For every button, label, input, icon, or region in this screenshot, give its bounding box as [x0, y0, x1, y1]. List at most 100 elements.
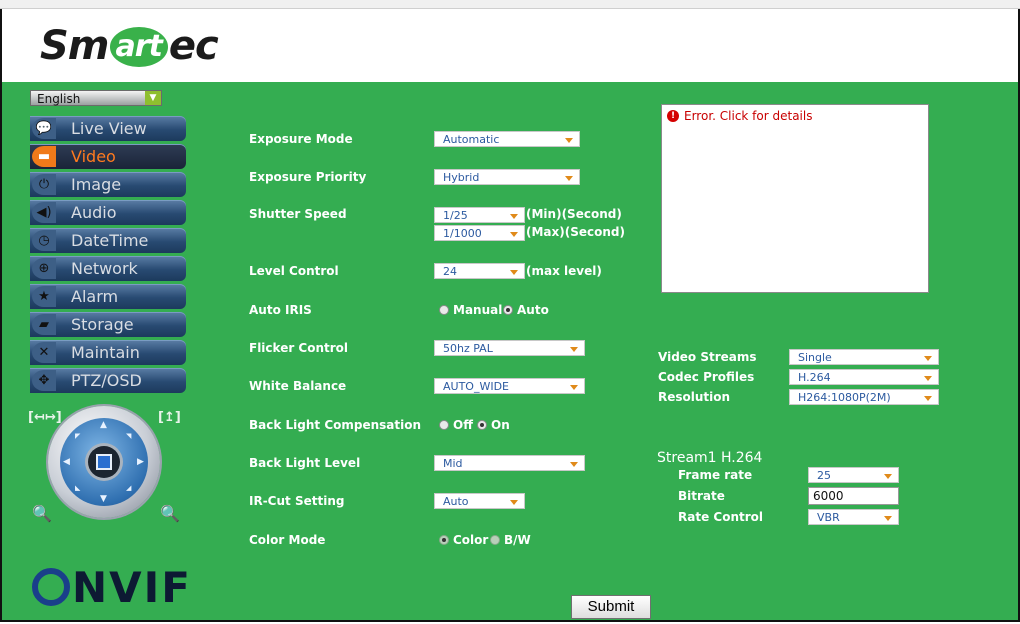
bitrate-input[interactable]: 6000 [808, 487, 899, 505]
auto-iris-manual-radio[interactable]: Manual [439, 303, 502, 317]
select-value: Hybrid [443, 171, 480, 184]
ptz-left-arrow-icon[interactable]: ◀ [63, 457, 70, 467]
select-value: AUTO_WIDE [443, 380, 509, 393]
ircut-setting-label: IR-Cut Setting [249, 494, 345, 508]
select-value: Mid [443, 457, 463, 470]
header: Sm art ec [2, 9, 1018, 82]
language-value: English [37, 92, 81, 106]
alarm-star-icon: ★ [32, 286, 56, 307]
exposure-mode-select[interactable]: Automatic [434, 131, 580, 147]
color-mode-bw-radio[interactable]: B/W [490, 533, 531, 547]
backlight-comp-on-radio[interactable]: On [477, 418, 510, 432]
chevron-down-icon [570, 347, 578, 352]
shutter-speed-min-select[interactable]: 1/25 [434, 207, 525, 223]
ptz-right-arrow-icon[interactable]: ▶ [137, 457, 144, 467]
white-balance-label: White Balance [249, 379, 347, 393]
frame-rate-select[interactable]: 25 [808, 467, 899, 483]
auto-iris-auto-radio[interactable]: Auto [503, 303, 549, 317]
shutter-speed-max-select[interactable]: 1/1000 [434, 225, 525, 241]
rate-control-select[interactable]: VBR [808, 509, 899, 525]
focus-far-button[interactable]: [↥] [158, 410, 181, 425]
ptz-direction-wheel[interactable]: ▲ ▼ ◀ ▶ ◤ ◥ ◣ ◢ [48, 406, 160, 518]
select-value: 25 [817, 469, 831, 482]
sidebar-item-label: PTZ/OSD [71, 371, 142, 390]
sidebar-item-label: Maintain [71, 343, 140, 362]
sidebar-item-label: Image [71, 175, 122, 194]
ptz-arrows-icon: ✥ [32, 370, 56, 391]
ptz-up-arrow-icon[interactable]: ▲ [100, 420, 107, 430]
backlight-level-select[interactable]: Mid [434, 455, 585, 471]
select-value: VBR [817, 511, 840, 524]
sidebar-item-label: DateTime [71, 231, 149, 250]
video-streams-select[interactable]: Single [789, 349, 939, 365]
focus-near-button[interactable]: [↤↦] [28, 410, 62, 425]
exposure-priority-select[interactable]: Hybrid [434, 169, 580, 185]
backlight-comp-label: Back Light Compensation [249, 418, 422, 432]
folder-icon: ▰ [32, 314, 56, 335]
sidebar-item-maintain[interactable]: ✕ Maintain [30, 340, 186, 365]
color-mode-color-radio[interactable]: Color [439, 533, 488, 547]
level-control-select[interactable]: 24 [434, 263, 525, 279]
zoom-in-icon[interactable]: 🔍 [160, 504, 180, 523]
ircut-setting-select[interactable]: Auto [434, 493, 525, 509]
radio-label: On [491, 418, 510, 432]
radio-label: Off [453, 418, 473, 432]
select-value: Auto [443, 495, 469, 508]
sidebar-item-label: Storage [71, 315, 134, 334]
radio-circle-icon [439, 420, 449, 430]
radio-circle-icon [477, 420, 487, 430]
error-icon: ! [667, 110, 679, 122]
chevron-down-icon [565, 176, 573, 181]
error-text: Error. Click for details [684, 109, 813, 123]
sidebar-item-image[interactable]: ⏻ Image [30, 172, 186, 197]
submit-button[interactable]: Submit [571, 595, 651, 619]
error-message-link[interactable]: ! Error. Click for details [667, 109, 812, 123]
flicker-control-select[interactable]: 50hz PAL [434, 340, 585, 356]
sidebar-item-network[interactable]: ⊕ Network [30, 256, 186, 281]
codec-profiles-select[interactable]: H.264 [789, 369, 939, 385]
ptz-up-left-arrow-icon[interactable]: ◤ [75, 432, 80, 440]
shutter-max-suffix: (Max)(Second) [526, 225, 625, 239]
ptz-control: [↤↦] [↥] ▲ ▼ ◀ ▶ ◤ ◥ ◣ ◢ 🔍 🔍 [28, 406, 192, 536]
radio-circle-icon [503, 305, 513, 315]
sidebar-item-live-view[interactable]: 💬 Live View [30, 116, 186, 141]
sidebar-item-video[interactable]: ▬ Video [30, 144, 186, 169]
onvif-o-ring-icon [32, 568, 70, 606]
tools-icon: ✕ [32, 342, 56, 363]
bitrate-label: Bitrate [678, 489, 725, 503]
color-mode-label: Color Mode [249, 533, 326, 547]
white-balance-select[interactable]: AUTO_WIDE [434, 378, 585, 394]
sidebar-item-audio[interactable]: ◀) Audio [30, 200, 186, 225]
select-value: H264:1080P(2M) [798, 391, 891, 404]
flicker-control-label: Flicker Control [249, 341, 349, 355]
resolution-select[interactable]: H264:1080P(2M) [789, 389, 939, 405]
smartec-logo: Sm art ec [40, 23, 219, 69]
shutter-speed-label: Shutter Speed [249, 207, 347, 221]
ptz-down-left-arrow-icon[interactable]: ◣ [75, 484, 80, 492]
ptz-down-right-arrow-icon[interactable]: ◢ [126, 484, 131, 492]
sidebar-item-storage[interactable]: ▰ Storage [30, 312, 186, 337]
chevron-down-icon [510, 232, 518, 237]
sidebar-item-datetime[interactable]: ◷ DateTime [30, 228, 186, 253]
backlight-level-label: Back Light Level [249, 456, 361, 470]
sidebar-item-label: Alarm [71, 287, 119, 306]
chevron-down-icon [884, 516, 892, 521]
onvif-logo-text: NVIF [72, 563, 192, 612]
resolution-label: Resolution [658, 390, 731, 404]
bitrate-value: 6000 [813, 489, 844, 503]
sidebar-item-label: Live View [71, 119, 147, 138]
backlight-comp-off-radio[interactable]: Off [439, 418, 473, 432]
chevron-down-icon [565, 138, 573, 143]
chevron-down-icon [510, 500, 518, 505]
ptz-home-button[interactable] [88, 446, 120, 478]
sidebar-item-ptz-osd[interactable]: ✥ PTZ/OSD [30, 368, 186, 393]
zoom-out-icon[interactable]: 🔍 [32, 504, 52, 523]
logo-text-left: Sm [40, 23, 109, 69]
language-select[interactable]: English ▼ [30, 90, 162, 106]
ptz-down-arrow-icon[interactable]: ▼ [100, 494, 107, 504]
chevron-down-icon [924, 376, 932, 381]
ptz-up-right-arrow-icon[interactable]: ◥ [126, 432, 131, 440]
sidebar-item-alarm[interactable]: ★ Alarm [30, 284, 186, 309]
exposure-mode-label: Exposure Mode [249, 132, 353, 146]
shutter-min-suffix: (Min)(Second) [526, 207, 622, 221]
